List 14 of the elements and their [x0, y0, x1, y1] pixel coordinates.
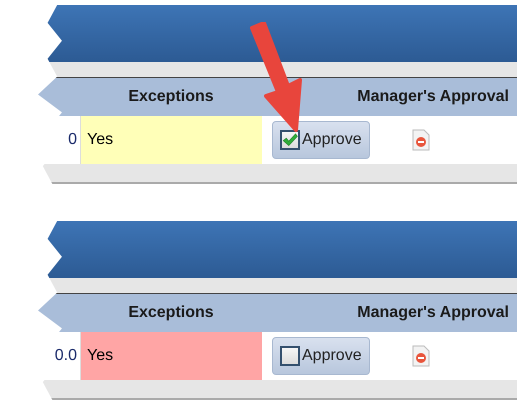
- approve-button[interactable]: Approve: [272, 121, 370, 159]
- column-header: Manager's Approval: [357, 303, 509, 323]
- column-header: Exceptions: [128, 87, 214, 107]
- table-cell-text: 0: [68, 130, 77, 150]
- table-cell-text: 0.0: [54, 346, 77, 366]
- delete-document-icon[interactable]: [412, 129, 430, 151]
- column-header: Exceptions: [128, 303, 214, 323]
- approve-button[interactable]: Approve: [272, 337, 370, 375]
- delete-document-icon[interactable]: [412, 345, 430, 367]
- column-header: Manager's Approval: [357, 87, 509, 107]
- checkbox[interactable]: [280, 130, 300, 150]
- checkbox[interactable]: [280, 346, 300, 366]
- exceptions-cell: Yes: [80, 332, 262, 380]
- exceptions-cell: Yes: [80, 116, 262, 164]
